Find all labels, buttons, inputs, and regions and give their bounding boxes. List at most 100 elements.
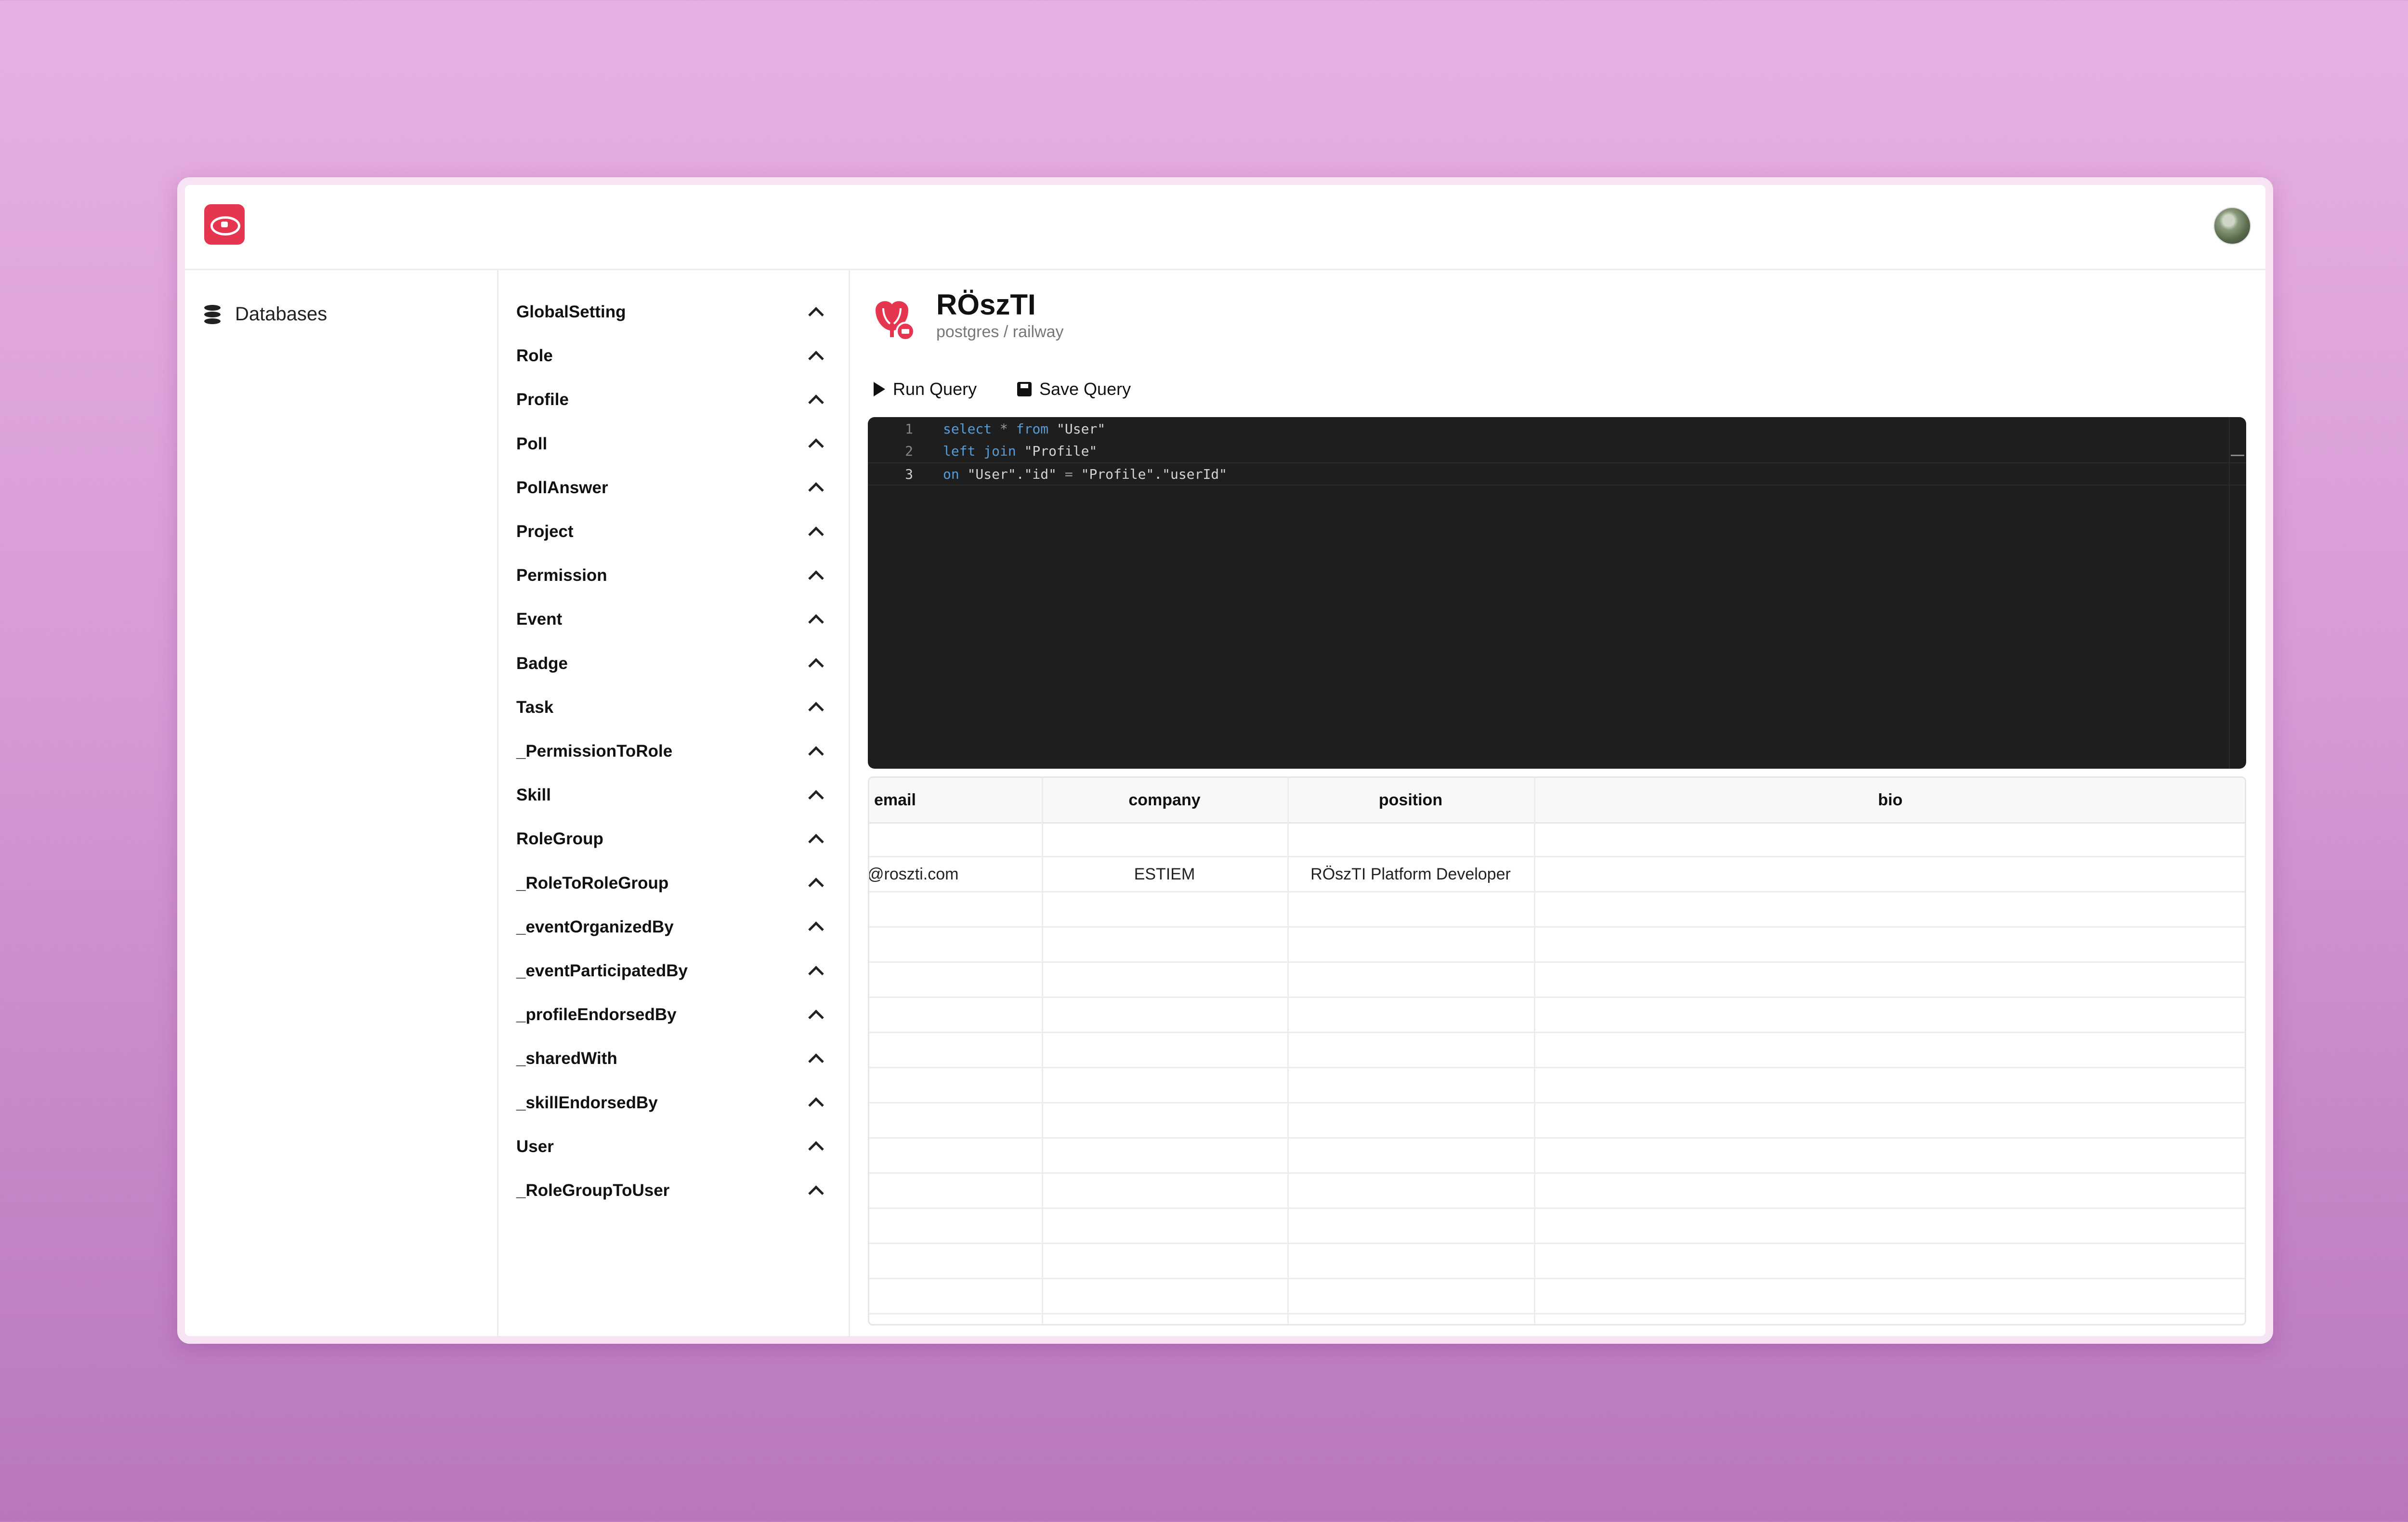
column-header-company[interactable]: company (1042, 778, 1287, 822)
sidebar-item-databases[interactable]: Databases (204, 303, 327, 325)
row-divider (869, 1172, 2245, 1174)
column-header-email[interactable]: email (874, 778, 1061, 822)
table-item-label: GlobalSetting (516, 302, 626, 321)
row-divider (869, 891, 2245, 892)
chevron-up-icon[interactable] (808, 746, 824, 762)
chevron-up-icon[interactable] (808, 614, 824, 630)
row-divider (869, 961, 2245, 963)
app-logo-icon[interactable] (204, 204, 245, 245)
table-item[interactable]: Profile (516, 385, 825, 414)
play-icon (874, 382, 885, 396)
table-item[interactable]: RoleGroup (516, 825, 825, 853)
chevron-up-icon[interactable] (808, 350, 824, 367)
chevron-up-icon[interactable] (808, 702, 824, 718)
chevron-up-icon[interactable] (808, 482, 824, 499)
row-divider (869, 1102, 2245, 1103)
code-line[interactable]: 2 left join "Profile" (868, 440, 2246, 461)
table-item-label: Profile (516, 390, 569, 409)
chevron-up-icon[interactable] (808, 878, 824, 893)
table-cell-email[interactable]: @roszti.com (869, 857, 1041, 891)
table-item[interactable]: _RoleGroupToUser (516, 1176, 825, 1205)
table-item-label: Project (516, 522, 574, 541)
table-item[interactable]: Poll (516, 430, 825, 459)
table-item-label: Poll (516, 434, 548, 453)
chevron-up-icon[interactable] (808, 1053, 824, 1069)
code-text: left join "Profile" (943, 443, 1098, 459)
column-header-bio[interactable]: bio (1534, 778, 2245, 822)
chevron-up-icon[interactable] (808, 658, 824, 674)
row-divider (869, 1313, 2245, 1314)
table-item-label: User (516, 1137, 554, 1156)
table-item-label: _RoleToRoleGroup (516, 873, 669, 892)
chevron-up-icon[interactable] (808, 1141, 824, 1157)
chevron-up-icon[interactable] (808, 570, 824, 586)
table-item[interactable]: Permission (516, 561, 825, 590)
query-panel: RÖszTI postgres / railway Run Query Save… (849, 269, 2265, 1336)
code-line[interactable]: 1 select * from "User" (868, 418, 2246, 439)
database-subtitle: postgres / railway (936, 323, 1064, 341)
chevron-up-icon[interactable] (808, 1009, 824, 1025)
chevron-up-icon[interactable] (808, 789, 824, 806)
database-title: RÖszTI (936, 289, 1036, 321)
row-divider (869, 1207, 2245, 1209)
chevron-up-icon[interactable] (808, 438, 824, 454)
table-item-label: Role (516, 346, 553, 366)
table-item[interactable]: _eventOrganizedBy (516, 913, 825, 942)
table-item[interactable]: _profileEndorsedBy (516, 1000, 825, 1029)
table-item[interactable]: _sharedWith (516, 1044, 825, 1073)
table-item-label: _sharedWith (516, 1049, 617, 1068)
table-cell-position[interactable]: RÖszTI Platform Developer (1287, 857, 1534, 891)
code-text: on "User"."id" = "Profile"."userId" (943, 466, 1228, 482)
row-divider (869, 926, 2245, 928)
chevron-up-icon[interactable] (808, 1185, 824, 1201)
row-divider (869, 1137, 2245, 1139)
run-query-button[interactable]: Run Query (874, 375, 977, 404)
row-divider (869, 1032, 2245, 1033)
table-item[interactable]: _PermissionToRole (516, 737, 825, 766)
database-icon (204, 304, 221, 324)
save-query-label: Save Query (1039, 379, 1131, 399)
table-item[interactable]: GlobalSetting (516, 298, 825, 327)
table-item[interactable]: _eventParticipatedBy (516, 957, 825, 985)
sidebar-item-label: Databases (235, 303, 327, 325)
table-item-label: _profileEndorsedBy (516, 1005, 677, 1024)
chevron-up-icon[interactable] (808, 965, 824, 982)
row-divider (869, 1278, 2245, 1279)
chevron-up-icon[interactable] (808, 834, 824, 850)
table-item[interactable]: _skillEndorsedBy (516, 1089, 825, 1117)
run-query-label: Run Query (893, 379, 977, 399)
table-item-label: Permission (516, 566, 607, 585)
table-item[interactable]: User (516, 1132, 825, 1161)
line-number: 3 (905, 466, 913, 482)
column-header-position[interactable]: position (1287, 778, 1534, 822)
chevron-up-icon[interactable] (808, 1097, 824, 1113)
app-window: Databases GlobalSetting Role Profile Poll Po… (177, 177, 2273, 1344)
line-number: 1 (905, 420, 913, 437)
sql-editor[interactable]: 1 select * from "User" 2 left join "Profile… (868, 417, 2246, 769)
table-item-label: _eventOrganizedBy (516, 917, 674, 936)
save-query-button[interactable]: Save Query (1017, 375, 1131, 404)
chevron-up-icon[interactable] (808, 921, 824, 938)
table-cell-company[interactable]: ESTIEM (1042, 857, 1287, 891)
table-item[interactable]: Skill (516, 781, 825, 810)
table-item[interactable]: Role (516, 341, 825, 370)
table-item-label: _PermissionToRole (516, 742, 673, 761)
user-avatar[interactable] (2213, 207, 2251, 245)
table-item-label: PollAnswer (516, 478, 608, 497)
table-item[interactable]: _RoleToRoleGroup (516, 869, 825, 898)
table-item-label: RoleGroup (516, 829, 603, 849)
table-item-label: _RoleGroupToUser (516, 1181, 670, 1200)
table-item[interactable]: Project (516, 517, 825, 546)
results-grid[interactable]: email company position bio @roszti.com ESTIE… (868, 776, 2246, 1325)
table-item[interactable]: PollAnswer (516, 473, 825, 502)
table-item[interactable]: Task (516, 693, 825, 722)
chevron-up-icon[interactable] (808, 306, 824, 323)
table-item[interactable]: Badge (516, 649, 825, 678)
chevron-up-icon[interactable] (808, 394, 824, 410)
code-line[interactable]: 3 on "User"."id" = "Profile"."userId" (868, 462, 2246, 485)
row-divider (869, 1067, 2245, 1068)
table-item[interactable]: Event (516, 605, 825, 634)
column-divider (1534, 778, 1535, 1324)
table-item-label: _eventParticipatedBy (516, 961, 688, 980)
chevron-up-icon[interactable] (808, 526, 824, 542)
